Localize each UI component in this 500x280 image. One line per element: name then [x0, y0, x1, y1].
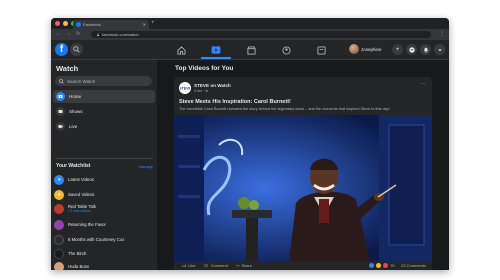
- search-icon[interactable]: [70, 43, 83, 56]
- manage-watchlist-link[interactable]: Manage: [139, 164, 153, 169]
- reaction-summary[interactable]: 7K 23 Comments: [369, 263, 426, 268]
- video-player[interactable]: [174, 115, 432, 261]
- browser-toolbar: ← → ↻ 🔒︎ facebook.com/watch ⋮: [51, 29, 449, 40]
- sidebar-item-label: Shows: [69, 109, 83, 114]
- post-title: Steve Meets His Inspiration: Carol Burne…: [179, 99, 291, 105]
- post-timestamp[interactable]: 9 hrs · ⊕: [194, 89, 208, 93]
- play-icon: [56, 92, 65, 101]
- sidebar-divider: [55, 158, 153, 159]
- page-name-link[interactable]: STEVE on Watch: [194, 83, 231, 88]
- courteney-cox-thumbnail: [54, 234, 64, 245]
- profile-button[interactable]: Josephine: [349, 44, 382, 54]
- watchlist-item-huda-boss[interactable]: Huda Boss: [54, 260, 154, 270]
- huda-boss-thumbnail: [54, 261, 64, 270]
- back-icon[interactable]: ←: [56, 31, 61, 37]
- reload-icon[interactable]: ↻: [76, 31, 80, 37]
- live-icon: [56, 122, 65, 131]
- sidebar-item-home[interactable]: Home: [53, 90, 155, 103]
- watchlist-item-label: Huda Boss: [68, 264, 90, 269]
- watchlist-item-label: Latest Videos: [68, 177, 94, 182]
- watchlist-item-saved-videos[interactable]: Saved Videos: [54, 188, 154, 201]
- red-table-talk-thumbnail: [54, 203, 64, 214]
- watchlist-item-courteney-cox[interactable]: 8 Months with Courteney Cox: [54, 233, 154, 246]
- returning-the-favor-thumbnail: [54, 219, 64, 230]
- profile-name: Josephine: [361, 46, 382, 52]
- url-text: facebook.com/watch: [102, 32, 139, 37]
- browser-menu-icon[interactable]: ⋮: [439, 30, 445, 37]
- watchlist-item-returning-the-favor[interactable]: Returning the Favor: [54, 218, 154, 231]
- facebook-header: f Josephine +: [51, 40, 449, 60]
- video-frame-image: [174, 115, 432, 261]
- home-icon[interactable]: [166, 42, 196, 59]
- the-birch-thumbnail: [54, 248, 64, 259]
- search-watch-input[interactable]: Search Watch: [55, 76, 152, 86]
- watchlist-item-label: Saved Videos: [68, 192, 95, 197]
- messenger-icon[interactable]: [406, 44, 417, 55]
- tab-close-icon[interactable]: ✕: [143, 22, 146, 27]
- sidebar-item-label: Live: [69, 124, 78, 129]
- feed-title: Top Videos for You: [175, 65, 234, 72]
- notifications-icon[interactable]: [420, 44, 431, 55]
- facebook-logo[interactable]: f: [55, 43, 68, 56]
- avatar: [349, 44, 359, 54]
- marketplace-icon[interactable]: [236, 42, 266, 59]
- sidebar-item-live[interactable]: Live: [53, 120, 155, 133]
- sidebar-title: Watch: [56, 64, 79, 73]
- comment-icon: 💬︎: [203, 263, 209, 268]
- watchlist-item-red-table-talk[interactable]: Red Table Talk • 2 new videos: [54, 202, 154, 215]
- search-icon: [59, 78, 64, 84]
- watchlist-item-the-birch[interactable]: The Birch: [54, 247, 154, 260]
- gaming-icon[interactable]: [306, 42, 336, 59]
- search-placeholder: Search Watch: [67, 78, 96, 84]
- watchlist-heading: Your Watchlist: [56, 163, 91, 169]
- browser-tab[interactable]: Facebook ✕: [73, 20, 149, 29]
- tab-title: Facebook: [83, 22, 101, 27]
- comment-count-link[interactable]: 23 Comments: [401, 263, 426, 268]
- reaction-count: 7K: [390, 263, 396, 268]
- new-videos-badge: • 2 new videos: [68, 209, 91, 213]
- share-label: Share: [241, 263, 252, 268]
- forward-icon[interactable]: →: [66, 31, 71, 37]
- svg-text:STEVE: STEVE: [180, 87, 190, 91]
- like-button[interactable]: 👍︎ Like: [182, 263, 196, 269]
- address-bar[interactable]: 🔒︎ facebook.com/watch: [91, 31, 431, 38]
- page-avatar[interactable]: STEVE: [179, 82, 191, 94]
- watchlist-item-latest-videos[interactable]: Latest Videos: [54, 173, 154, 186]
- lock-icon: 🔒︎: [97, 32, 100, 37]
- browser-window: Facebook ✕ + ← → ↻ 🔒︎ facebook.com/watch…: [51, 18, 449, 270]
- watchlist-item-label: The Birch: [68, 251, 87, 256]
- new-tab-icon[interactable]: +: [151, 20, 155, 26]
- haha-reaction-icon: [376, 263, 382, 268]
- watch-sidebar: Watch Search Watch Home Shows Live Your …: [51, 60, 157, 270]
- sidebar-item-shows[interactable]: Shows: [53, 105, 155, 118]
- browser-tab-bar: Facebook ✕ +: [51, 18, 449, 29]
- facebook-favicon-icon: [76, 22, 81, 27]
- watchlist-item-label: Returning the Favor: [68, 222, 106, 227]
- create-icon[interactable]: +: [392, 44, 403, 55]
- latest-videos-icon: [54, 174, 64, 185]
- minimize-window-button[interactable]: [63, 21, 68, 26]
- watch-feed: Top Videos for You STEVE STEVE on Watch …: [157, 60, 449, 270]
- watchlist-item-label: 8 Months with Courteney Cox: [68, 237, 125, 242]
- like-label: Like: [188, 263, 196, 268]
- comment-button[interactable]: 💬︎ Comment: [204, 263, 228, 268]
- sidebar-item-label: Home: [69, 94, 82, 99]
- share-icon: ↪: [235, 263, 240, 268]
- saved-videos-icon: [54, 189, 64, 200]
- watch-icon[interactable]: [201, 42, 231, 59]
- post-description: The incredible Carol Burnett revealed th…: [179, 107, 390, 111]
- tv-icon: [56, 107, 65, 116]
- comment-label: Comment: [210, 263, 228, 268]
- post-action-bar: 👍︎ Like 💬︎ Comment ↪ Share 7K 23 Comment…: [174, 261, 432, 270]
- close-window-button[interactable]: [55, 21, 60, 26]
- love-reaction-icon: [383, 263, 389, 268]
- like-icon: 👍︎: [182, 262, 187, 268]
- share-button[interactable]: ↪ Share: [236, 263, 252, 268]
- groups-icon[interactable]: [271, 42, 301, 59]
- video-post: STEVE STEVE on Watch 9 hrs · ⊕ ··· Steve…: [174, 77, 432, 270]
- like-reaction-icon: [369, 263, 375, 268]
- more-options-icon[interactable]: ···: [420, 81, 426, 87]
- account-menu-icon[interactable]: [434, 44, 445, 55]
